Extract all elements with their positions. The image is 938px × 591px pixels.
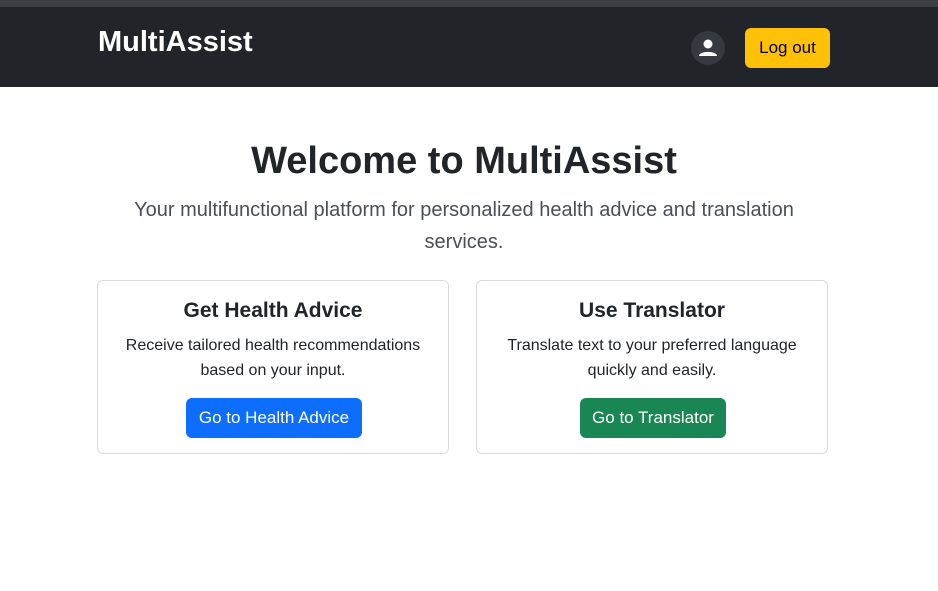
card-title: Get Health Advice	[183, 299, 363, 322]
user-icon-glyph	[699, 39, 717, 56]
browser-top-strip	[0, 0, 938, 7]
brand-logo[interactable]: MultiAssist	[98, 26, 253, 59]
page-subtitle: Your multifunctional platform for person…	[134, 199, 794, 253]
card-title: Use Translator	[579, 299, 725, 322]
health-advice-card: Get Health Advice Receive tailored healt…	[97, 280, 449, 454]
page-title: Welcome to MultiAssist	[251, 140, 677, 182]
user-icon[interactable]	[691, 31, 725, 65]
card-text: Receive tailored health recommendations …	[125, 337, 421, 379]
translator-card: Use Translator Translate text to your pr…	[476, 280, 828, 454]
go-to-translator-button[interactable]: Go to Translator	[580, 398, 726, 438]
go-to-health-advice-button[interactable]: Go to Health Advice	[186, 398, 362, 438]
card-text: Translate text to your preferred languag…	[507, 337, 797, 379]
navbar: MultiAssist Log out	[0, 7, 938, 87]
logout-button[interactable]: Log out	[745, 28, 830, 68]
